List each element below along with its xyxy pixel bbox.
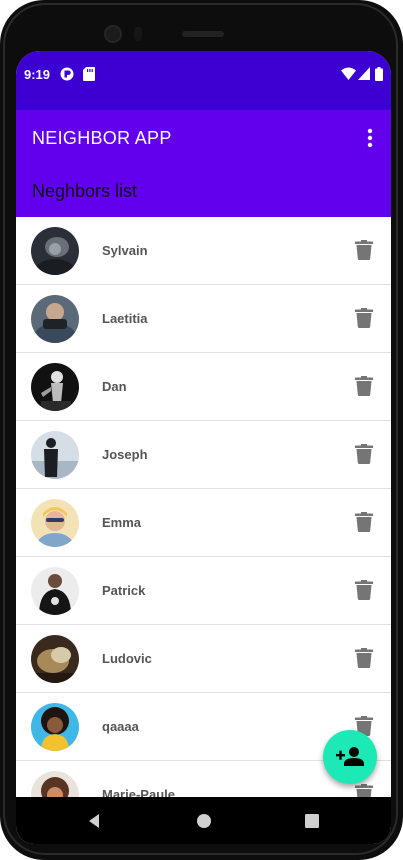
sd-card-icon [83, 67, 95, 81]
home-icon[interactable] [192, 809, 216, 833]
app-screen: 9:19 NEIGHBOR APP Neghbors list Sylvain … [16, 51, 391, 844]
neighbor-name: Sylvain [102, 243, 148, 258]
more-options-icon[interactable] [358, 124, 382, 152]
neighbor-name: Laetitia [102, 311, 148, 326]
proximity-sensor [134, 27, 142, 41]
neighbors-list: Sylvain Laetitia Dan Joseph Emma Patrick… [16, 217, 391, 797]
battery-icon [375, 67, 383, 81]
phone-frame: 9:19 NEIGHBOR APP Neghbors list Sylvain … [0, 0, 403, 860]
avatar [31, 363, 79, 411]
neighbor-name: Dan [102, 379, 127, 394]
delete-icon[interactable] [355, 580, 373, 600]
front-camera [104, 25, 122, 43]
wifi-icon [341, 67, 356, 80]
list-item[interactable]: Laetitia [16, 285, 391, 353]
neighbor-name: Marie-Paule [102, 787, 175, 797]
list-item[interactable]: Joseph [16, 421, 391, 489]
status-bar: 9:19 [16, 51, 391, 110]
list-item[interactable]: Sylvain [16, 217, 391, 285]
delete-icon[interactable] [355, 308, 373, 328]
avatar [31, 499, 79, 547]
notification-badge-icon [60, 67, 74, 81]
neighbor-name: Joseph [102, 447, 148, 462]
avatar [31, 431, 79, 479]
earpiece-speaker [182, 31, 224, 37]
avatar [31, 295, 79, 343]
delete-icon[interactable] [355, 376, 373, 396]
navigation-bar [16, 797, 391, 844]
neighbor-name: qaaaa [102, 719, 139, 734]
delete-icon[interactable] [355, 648, 373, 668]
list-item[interactable]: Dan [16, 353, 391, 421]
list-item[interactable]: Patrick [16, 557, 391, 625]
top-bezel [0, 0, 403, 52]
signal-icon [358, 67, 370, 80]
status-time: 9:19 [24, 67, 51, 82]
app-title: NEIGHBOR APP [32, 128, 172, 148]
avatar [31, 771, 79, 797]
app-bar: NEIGHBOR APP Neghbors list [16, 110, 391, 217]
back-icon[interactable] [82, 809, 106, 833]
recents-icon[interactable] [300, 809, 324, 833]
neighbor-name: Patrick [102, 583, 146, 598]
avatar [31, 567, 79, 615]
avatar [31, 635, 79, 683]
add-neighbor-button[interactable] [323, 730, 377, 784]
delete-icon[interactable] [355, 784, 373, 797]
avatar [31, 703, 79, 751]
delete-icon[interactable] [355, 512, 373, 532]
delete-icon[interactable] [355, 240, 373, 260]
avatar [31, 227, 79, 275]
list-item[interactable]: Emma [16, 489, 391, 557]
neighbor-name: Emma [102, 515, 142, 530]
person-add-icon [336, 747, 364, 766]
neighbor-name: Ludovic [102, 651, 152, 666]
tab-neighbors-list[interactable]: Neghbors list [32, 181, 137, 202]
list-item[interactable]: Ludovic [16, 625, 391, 693]
delete-icon[interactable] [355, 444, 373, 464]
